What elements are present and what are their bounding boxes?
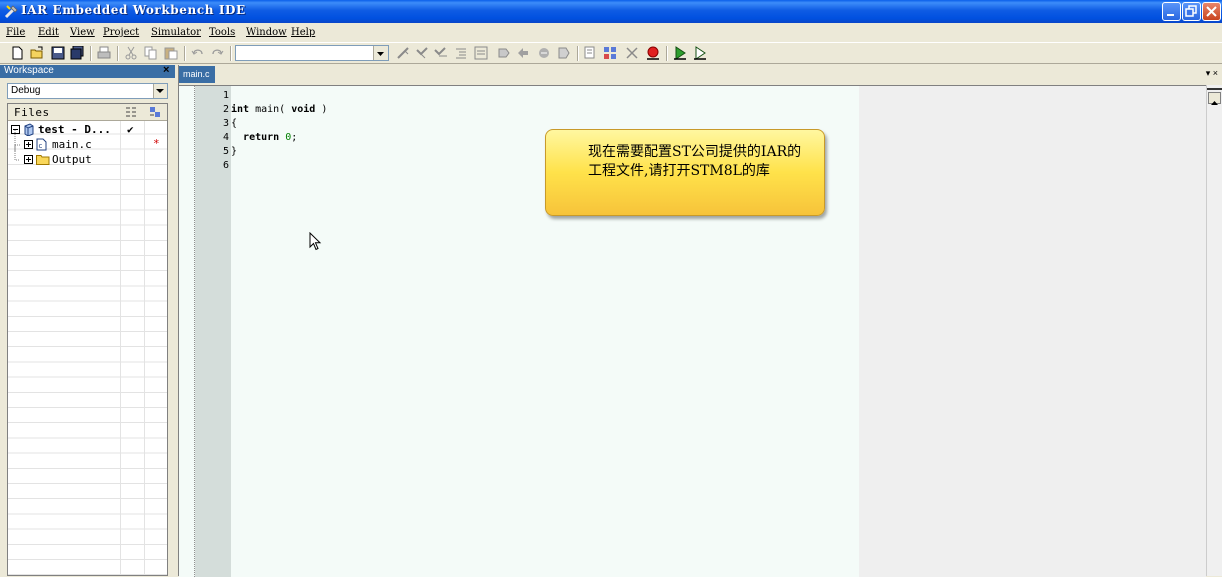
stop-build-icon[interactable]	[625, 46, 639, 60]
code-line-3[interactable]: {	[231, 118, 237, 129]
menu-edit[interactable]: Edit	[38, 27, 59, 38]
menu-help[interactable]: Help	[291, 27, 315, 38]
scroll-up-button[interactable]	[1208, 92, 1221, 105]
project-check-mark: ✔	[127, 123, 134, 136]
files-header: Files	[8, 104, 167, 121]
tree-row-project[interactable]: test - D... ✔	[8, 123, 167, 137]
minimize-button[interactable]	[1162, 2, 1181, 21]
title-bar: IAR Embedded Workbench IDE	[0, 0, 1222, 23]
new-file-icon[interactable]	[10, 46, 24, 60]
cut-icon[interactable]	[124, 46, 138, 60]
vertical-scrollbar[interactable]	[1206, 85, 1222, 576]
folder-name-output: Output	[52, 153, 92, 166]
redo-icon[interactable]	[210, 46, 224, 60]
bookmark-icon[interactable]	[396, 46, 410, 60]
options-column-icon[interactable]	[125, 106, 137, 118]
line-number: 6	[222, 160, 229, 171]
open-folder-icon[interactable]	[30, 46, 44, 60]
workspace-config-value: Debug	[11, 85, 41, 96]
go-icon[interactable]	[434, 46, 448, 60]
toolbar	[0, 42, 1222, 64]
workspace-close-icon[interactable]: ×	[163, 64, 169, 76]
folder-icon	[36, 155, 50, 165]
indent-icon[interactable]	[454, 46, 468, 60]
window-title: IAR Embedded Workbench IDE	[21, 3, 246, 17]
save-icon[interactable]	[51, 46, 65, 60]
chevron-down-icon[interactable]	[153, 84, 167, 98]
save-all-icon[interactable]	[70, 46, 84, 60]
code-token: return	[243, 132, 280, 143]
minimize-icon	[1167, 14, 1174, 16]
tutorial-callout: 现在需要配置ST公司提供的IAR的工程文件,请打开STM8L的库	[545, 129, 825, 216]
tab-window-controls[interactable]: ▾ ×	[1206, 68, 1218, 79]
menu-view[interactable]: View	[70, 27, 95, 38]
workspace-title: Workspace	[4, 65, 54, 76]
editor-right-margin	[859, 86, 1206, 577]
debug-icon[interactable]	[673, 46, 687, 60]
project-name: test - D...	[38, 123, 111, 136]
line-number: 5	[222, 146, 229, 157]
arrow-up-icon	[1211, 101, 1218, 105]
tree-row-main-c[interactable]: c main.c *	[8, 130, 167, 152]
close-icon	[1206, 6, 1217, 17]
code-token: 0	[285, 132, 292, 143]
workspace-title-bar: Workspace ×	[0, 64, 175, 78]
copy-icon[interactable]	[144, 46, 158, 60]
undo-icon[interactable]	[191, 46, 205, 60]
file-name-main-c: main.c	[52, 138, 92, 151]
line-number: 1	[222, 90, 229, 101]
code-line-4[interactable]: return 0;	[231, 132, 297, 143]
run-to-cursor-icon[interactable]	[557, 46, 571, 60]
navigate-forward-icon[interactable]	[537, 46, 551, 60]
menu-bar: File Edit View Project Simulator Tools W…	[0, 23, 1222, 42]
find-combo[interactable]	[235, 45, 389, 61]
breakpoint-gutter[interactable]	[179, 86, 195, 577]
navigate-back-icon[interactable]	[516, 46, 530, 60]
menu-file[interactable]: File	[6, 27, 25, 38]
menu-simulator[interactable]: Simulator	[151, 27, 201, 38]
callout-text: 现在需要配置ST公司提供的IAR的工程文件,请打开STM8L的库	[588, 144, 802, 179]
paste-icon[interactable]	[164, 46, 178, 60]
print-icon[interactable]	[97, 46, 111, 60]
files-header-label: Files	[14, 106, 50, 119]
line-number: 3	[222, 118, 229, 129]
menu-project[interactable]: Project	[103, 27, 139, 38]
line-number: 2	[222, 104, 229, 115]
code-token: void	[291, 104, 316, 115]
files-panel: Files test - D... ✔ c main.c * Output	[7, 103, 168, 576]
line-number: 4	[222, 132, 229, 143]
workspace-config-select[interactable]: Debug	[7, 83, 168, 99]
iar-logo-icon	[4, 5, 18, 19]
toggle-breakpoint-icon[interactable]	[497, 46, 511, 60]
modified-marker: *	[153, 137, 160, 150]
menu-window[interactable]: Window	[246, 27, 287, 38]
download-debug-icon[interactable]	[693, 46, 707, 60]
outdent-icon[interactable]	[474, 46, 488, 60]
mouse-cursor-icon	[309, 232, 322, 251]
close-button[interactable]	[1202, 2, 1221, 21]
find-dropdown-icon[interactable]	[373, 46, 388, 60]
code-line-2[interactable]: int main( void )	[231, 104, 327, 115]
editor-tab-strip: main.c ▾ ×	[179, 65, 1222, 83]
tree-row-output[interactable]: Output	[8, 145, 167, 167]
restore-button[interactable]	[1182, 2, 1201, 21]
tab-main-c[interactable]: main.c	[179, 66, 215, 83]
compile-icon[interactable]	[584, 46, 598, 60]
tab-main-c-label: main.c	[183, 69, 210, 79]
c-file-icon: c	[36, 138, 47, 151]
svg-text:c: c	[39, 142, 43, 150]
make-icon[interactable]	[603, 46, 617, 60]
check-icon[interactable]	[415, 46, 429, 60]
breakpoint-icon[interactable]	[646, 46, 660, 60]
restore-icon	[1185, 5, 1197, 17]
code-token: int	[231, 104, 250, 115]
menu-tools[interactable]: Tools	[209, 27, 235, 38]
build-column-icon[interactable]	[149, 106, 161, 118]
expand-icon[interactable]	[24, 155, 33, 164]
code-line-5[interactable]: }	[231, 146, 237, 157]
